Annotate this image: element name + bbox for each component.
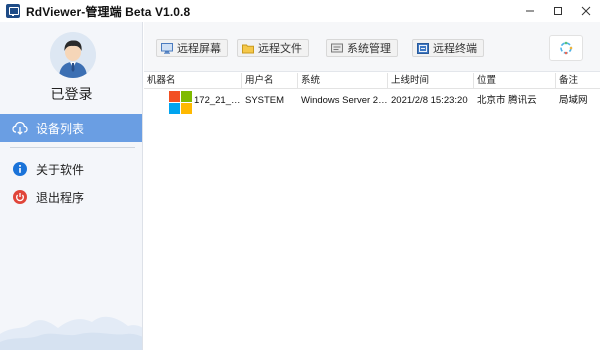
column-header-online-time[interactable]: 上线时间 [388, 73, 474, 89]
system-manage-button[interactable]: 系统管理 [326, 39, 398, 57]
monitor-app-icon [6, 4, 20, 18]
cell-os: Windows Server 2012 ... [301, 95, 388, 106]
table-row[interactable]: 172_21_0_3 SYSTEM Windows Server 2012 ..… [144, 90, 600, 114]
maximize-icon [554, 7, 562, 15]
close-icon [581, 6, 591, 16]
sidebar-item-label: 退出程序 [36, 190, 85, 205]
sidebar: 已登录 设备列表 关于软件 退出程序 [0, 22, 143, 350]
column-header-user[interactable]: 用户名 [242, 73, 298, 89]
button-label: 远程文件 [258, 43, 302, 55]
title-bar: RdViewer-管理端 Beta V1.0.8 [0, 0, 600, 22]
minimize-button[interactable] [516, 0, 544, 22]
cloud-download-icon [12, 120, 28, 136]
terminal-icon [417, 42, 429, 54]
user-avatar [50, 32, 96, 78]
login-status: 已登录 [50, 86, 93, 102]
button-label: 远程终端 [433, 43, 477, 55]
column-header-os[interactable]: 系统 [298, 73, 388, 89]
cloud-decoration [0, 316, 142, 350]
toolbar: 远程屏幕 远程文件 系统管理 远程终端 [144, 22, 600, 72]
info-icon [12, 161, 28, 177]
sidebar-item-device-list[interactable]: 设备列表 [0, 114, 142, 142]
monitor-icon [161, 42, 173, 54]
power-icon [12, 189, 28, 205]
sidebar-item-label: 设备列表 [36, 121, 85, 136]
minimize-icon [526, 10, 534, 12]
table-header: 机器名 用户名 系统 上线时间 位置 备注 [144, 73, 600, 89]
remote-file-button[interactable]: 远程文件 [237, 39, 309, 57]
button-label: 远程屏幕 [177, 43, 221, 55]
remote-screen-button[interactable]: 远程屏幕 [156, 39, 228, 57]
cell-note: 局域网 [559, 95, 588, 106]
cell-machine: 172_21_0_3 [194, 95, 242, 106]
system-icon [331, 42, 343, 54]
sidebar-divider [10, 147, 135, 148]
cell-location: 北京市 腾讯云 [477, 95, 537, 106]
window-title: RdViewer-管理端 Beta V1.0.8 [26, 4, 191, 19]
folder-icon [242, 42, 254, 54]
sidebar-item-label: 关于软件 [36, 162, 85, 177]
device-table: 机器名 用户名 系统 上线时间 位置 备注 172_21_0_3 SYSTEM … [144, 73, 600, 350]
refresh-icon [560, 41, 573, 55]
column-header-location[interactable]: 位置 [474, 73, 556, 89]
column-header-note[interactable]: 备注 [556, 73, 600, 89]
column-header-machine[interactable]: 机器名 [144, 73, 242, 89]
cell-online-time: 2021/2/8 15:23:20 [391, 95, 468, 106]
refresh-button[interactable] [549, 35, 583, 61]
maximize-button[interactable] [544, 0, 572, 22]
button-label: 系统管理 [347, 43, 391, 55]
window-controls [516, 0, 600, 22]
windows-logo-icon [169, 91, 192, 114]
cell-user: SYSTEM [245, 95, 285, 106]
remote-terminal-button[interactable]: 远程终端 [412, 39, 484, 57]
sidebar-item-exit[interactable]: 退出程序 [0, 183, 142, 211]
sidebar-item-about[interactable]: 关于软件 [0, 155, 142, 183]
close-button[interactable] [572, 0, 600, 22]
